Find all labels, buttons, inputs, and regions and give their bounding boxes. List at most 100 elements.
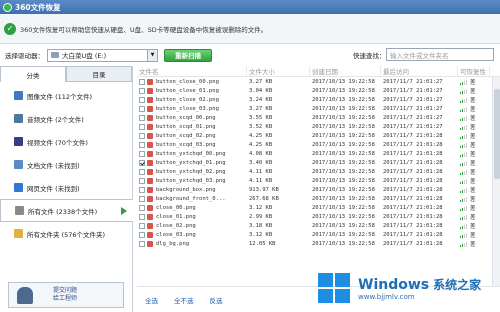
row-checkbox[interactable] — [139, 114, 145, 121]
category-item[interactable]: 文档文件 (未找到) — [0, 153, 132, 176]
signal-bars-icon — [460, 223, 468, 229]
cell-created: 2017/10/13 19:22:58 — [312, 123, 375, 130]
row-checkbox[interactable] — [139, 159, 145, 166]
row-checkbox[interactable] — [139, 105, 145, 112]
category-label: 图像文件 (112个文件) — [27, 92, 93, 101]
row-checkbox[interactable] — [139, 168, 145, 175]
shield-icon: ✓ — [4, 22, 16, 35]
category-item[interactable]: 音频文件 (2个文件) — [0, 107, 132, 130]
row-checkbox[interactable] — [139, 204, 145, 211]
signal-bars-icon — [460, 124, 468, 130]
table-row[interactable]: button_xcqd_02.png 4.25 KB 2017/10/13 19:2… — [137, 131, 500, 140]
cell-name: button_close_02.png — [137, 96, 247, 103]
cell-name: dlg_bg.png — [137, 240, 247, 247]
cell-accessed: 2017/11/7 21:01:28 — [383, 168, 443, 175]
feedback-button[interactable]: 提交问题 给工程师 — [8, 282, 124, 308]
table-row[interactable]: close_01.png 2.99 KB 2017/10/13 19:22:58 20… — [137, 212, 500, 221]
row-checkbox[interactable] — [139, 78, 145, 85]
drive-select[interactable]: 大白菜U盘 (E:) ▼ — [47, 48, 158, 62]
rescan-button[interactable]: 重新扫描 — [164, 48, 212, 62]
row-checkbox[interactable] — [139, 231, 145, 238]
chevron-down-icon[interactable]: ▼ — [147, 49, 157, 61]
cell-name: button_xcqd_02.png — [137, 132, 247, 139]
row-checkbox[interactable] — [139, 87, 145, 94]
table-row[interactable]: button_close_02.png 3.24 KB 2017/10/13 19:… — [137, 95, 500, 104]
cell-created: 2017/10/13 19:22:58 — [312, 204, 375, 211]
category-item[interactable]: 所有文件夹 (576个文件夹) — [0, 222, 132, 245]
table-row[interactable]: button_close_00.png 3.27 KB 2017/10/13 19:… — [137, 77, 500, 86]
col-header-name[interactable]: 文件名 — [137, 66, 247, 76]
table-row[interactable]: button_xcqd_00.png 3.55 KB 2017/10/13 19:2… — [137, 113, 500, 122]
file-name: button_close_00.png — [156, 78, 219, 85]
signal-bars-icon — [460, 115, 468, 121]
col-header-created[interactable]: 创建日期 — [310, 66, 381, 76]
table-row[interactable]: button_xcqd_03.png 4.25 KB 2017/10/13 19:2… — [137, 140, 500, 149]
file-name: button_yxtchqd_02.png — [156, 168, 226, 175]
row-checkbox[interactable] — [139, 240, 145, 247]
cell-accessed: 2017/11/7 21:01:28 — [383, 204, 443, 211]
cell-recoverability: 差 — [458, 240, 490, 248]
cell-size: 3.04 KB — [249, 87, 273, 94]
recoverability-value: 差 — [470, 79, 476, 86]
engineer-avatar-icon — [17, 287, 33, 304]
category-item[interactable]: 所有文件 (2338个文件) — [0, 199, 133, 222]
table-row[interactable]: dlg_bg.png 12.05 KB 2017/10/13 19:22:58 201… — [137, 239, 500, 248]
row-checkbox[interactable] — [139, 186, 145, 193]
table-scrollbar[interactable] — [492, 77, 500, 286]
watermark-cn: 系统之家 — [433, 277, 482, 292]
select-none-link[interactable]: 全不选 — [174, 295, 194, 305]
select-all-link[interactable]: 全选 — [145, 295, 158, 305]
table-row[interactable]: button_close_01.png 3.04 KB 2017/10/13 19:… — [137, 86, 500, 95]
table-row[interactable]: button_xcqd_01.png 3.52 KB 2017/10/13 19:2… — [137, 122, 500, 131]
recoverability-value: 差 — [470, 223, 476, 230]
col-header-accessed[interactable]: 最后访问 — [381, 66, 458, 76]
category-label: 所有文件 (2338个文件) — [28, 207, 98, 216]
cell-recoverability: 差 — [458, 105, 490, 113]
table-row[interactable]: button_yxtchqd_03.png 4.11 KB 2017/10/13 1… — [137, 176, 500, 185]
row-checkbox[interactable] — [139, 141, 145, 148]
cell-accessed: 2017/11/7 21:01:27 — [383, 96, 443, 103]
invert-selection-link[interactable]: 反选 — [210, 295, 223, 305]
signal-bars-icon — [460, 142, 468, 148]
category-item[interactable]: 网页文件 (未找到) — [0, 176, 132, 199]
row-checkbox[interactable] — [139, 96, 145, 103]
cell-name: button_xcqd_00.png — [137, 114, 247, 121]
cell-size: 4.11 KB — [249, 168, 273, 175]
video-icon — [14, 137, 23, 146]
row-checkbox[interactable] — [139, 132, 145, 139]
row-checkbox[interactable] — [139, 222, 145, 229]
tab-directory[interactable]: 目录 — [66, 66, 132, 82]
table-row[interactable]: close_02.png 3.18 KB 2017/10/13 19:22:58 20… — [137, 221, 500, 230]
category-item[interactable]: 视频文件 (70个文件) — [0, 130, 132, 153]
table-row[interactable]: close_00.png 3.12 KB 2017/10/13 19:22:58 20… — [137, 203, 500, 212]
table-row[interactable]: background_front_0... 267.68 KB 2017/10/13… — [137, 194, 500, 203]
tab-category[interactable]: 分类 — [0, 66, 66, 82]
row-checkbox[interactable] — [139, 213, 145, 220]
row-checkbox[interactable] — [139, 123, 145, 130]
file-name: button_xcqd_02.png — [156, 132, 216, 139]
table-row[interactable]: button_close_03.png 3.27 KB 2017/10/13 19:… — [137, 104, 500, 113]
table-row[interactable]: close_03.png 3.12 KB 2017/10/13 19:22:58 20… — [137, 230, 500, 239]
category-label: 网页文件 (未找到) — [27, 184, 80, 193]
table-row[interactable]: background_box.png 913.97 KB 2017/10/13 19… — [137, 185, 500, 194]
col-header-recoverability[interactable]: 可恢复性 — [458, 66, 490, 76]
table-row[interactable]: button_yxtchqd_02.png 4.11 KB 2017/10/13 1… — [137, 167, 500, 176]
row-checkbox[interactable] — [139, 195, 145, 202]
table-row[interactable]: button_yxtchqd_01.png 3.40 KB 2017/10/13 1… — [137, 158, 500, 167]
cell-accessed: 2017/11/7 21:01:28 — [383, 231, 443, 238]
category-item[interactable]: 图像文件 (112个文件) — [0, 84, 132, 107]
cell-name: close_02.png — [137, 222, 247, 229]
row-checkbox[interactable] — [139, 150, 145, 157]
row-checkbox[interactable] — [139, 177, 145, 184]
cell-recoverability: 差 — [458, 123, 490, 131]
file-name: close_03.png — [156, 231, 196, 238]
recoverability-value: 差 — [470, 214, 476, 221]
scrollbar-thumb[interactable] — [494, 89, 500, 179]
cell-created: 2017/10/13 19:22:58 — [312, 78, 375, 85]
cell-name: close_01.png — [137, 213, 247, 220]
col-header-size[interactable]: 文件大小 — [247, 66, 310, 76]
quick-search-input[interactable]: 输入文件或文件夹名 — [386, 48, 494, 61]
cell-created: 2017/10/13 19:22:58 — [312, 150, 375, 157]
table-row[interactable]: button_yxtchqd_00.png 4.08 KB 2017/10/13 1… — [137, 149, 500, 158]
file-name: background_box.png — [156, 186, 216, 193]
